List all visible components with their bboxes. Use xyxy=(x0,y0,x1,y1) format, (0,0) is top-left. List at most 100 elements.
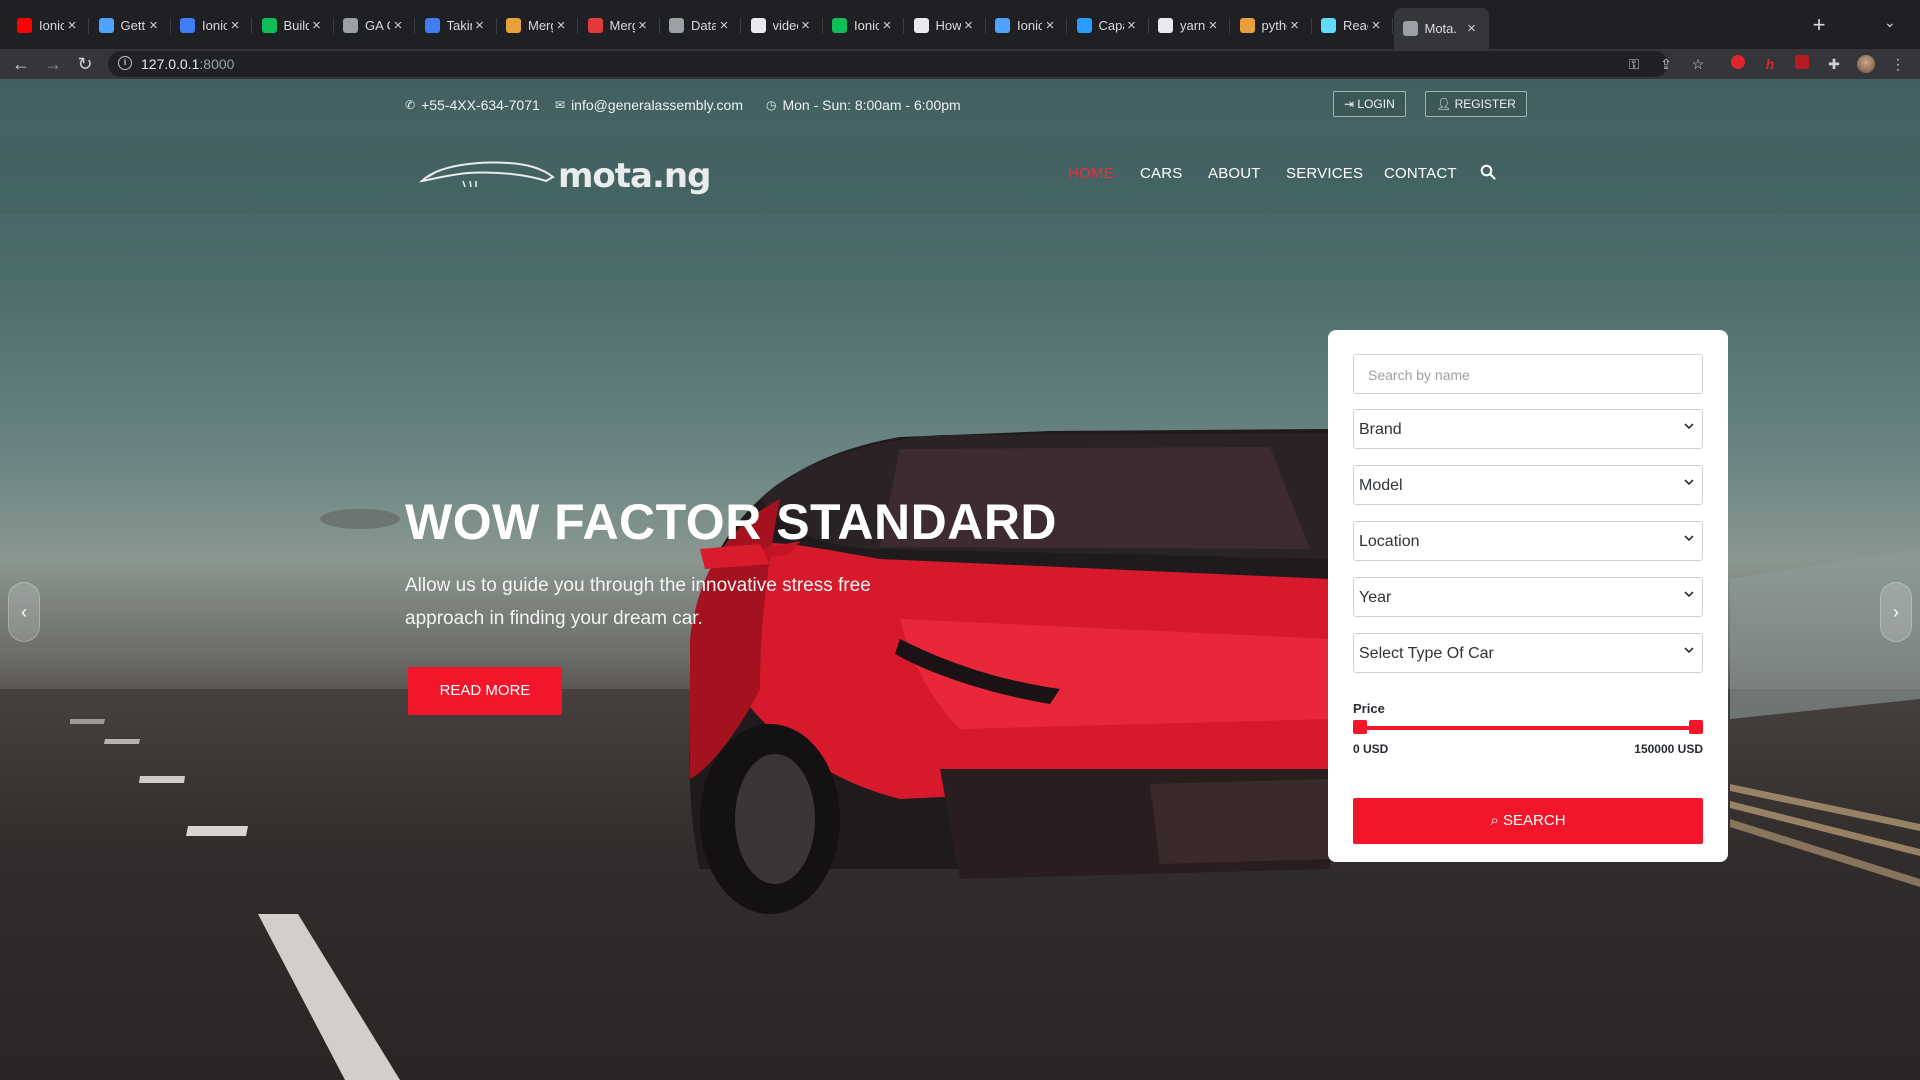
chevron-down-icon xyxy=(1684,479,1694,486)
browser-tab[interactable]: Taking× xyxy=(416,10,497,41)
search-icon[interactable] xyxy=(1480,164,1496,180)
site-info-icon[interactable]: i xyxy=(118,56,132,70)
browser-menu-icon[interactable]: ⋮ xyxy=(1889,55,1907,73)
tab-title: How t xyxy=(935,18,961,33)
tab-close-icon[interactable]: × xyxy=(635,17,651,34)
browser-tab[interactable]: pythor× xyxy=(1231,10,1312,41)
carousel-prev-chevron-icon[interactable]: ‹ xyxy=(8,582,40,642)
nav-home[interactable]: HOME xyxy=(1068,165,1114,182)
car-search-form: Search by name Brand Model Location Year… xyxy=(1328,330,1728,862)
browser-tab[interactable]: videos× xyxy=(742,10,823,41)
browser-tab[interactable]: Merge× xyxy=(579,10,660,41)
forward-arrow-icon[interactable]: → xyxy=(42,53,64,75)
browser-tab[interactable]: yarn ir× xyxy=(1149,10,1230,41)
share-icon[interactable]: ⇪ xyxy=(1657,55,1675,73)
main-navbar: mota.ng HOME CARS ABOUT SERVICES CONTACT xyxy=(0,135,1920,214)
tab-close-icon[interactable]: × xyxy=(1205,17,1221,34)
browser-toolbar: ← → ↻ i 127.0.0.1:8000 ⚿ ⇪ ☆ h ✚ ⋮ xyxy=(0,49,1920,79)
tab-favicon-icon xyxy=(17,18,32,33)
tab-close-icon[interactable]: × xyxy=(146,17,162,34)
tab-search-chevron-icon[interactable]: ⌄ xyxy=(1884,14,1896,31)
tab-favicon-icon xyxy=(669,18,684,33)
browser-tab[interactable]: Build /× xyxy=(253,10,334,41)
read-more-button[interactable]: READ MORE xyxy=(408,667,562,715)
tab-favicon-icon xyxy=(343,18,358,33)
tab-title: pythor xyxy=(1261,18,1287,33)
email-contact[interactable]: ✉ info@generalassembly.com xyxy=(555,97,743,113)
clock-icon: ◷ xyxy=(766,98,777,112)
hours-text: Mon - Sun: 8:00am - 6:00pm xyxy=(782,97,961,113)
model-select[interactable]: Model xyxy=(1353,465,1703,505)
tab-close-icon[interactable]: × xyxy=(1287,17,1303,34)
browser-tab[interactable]: React× xyxy=(1312,10,1393,41)
search-button[interactable]: ⌕ SEARCH xyxy=(1353,798,1703,844)
tab-title: Taking xyxy=(446,18,472,33)
password-key-icon[interactable]: ⚿ xyxy=(1625,55,1643,73)
envelope-icon: ✉ xyxy=(555,98,566,112)
tab-close-icon[interactable]: × xyxy=(1368,17,1384,34)
back-arrow-icon[interactable]: ← xyxy=(10,53,32,75)
extension-ublock-icon[interactable] xyxy=(1793,55,1811,73)
price-range-track[interactable] xyxy=(1356,726,1700,730)
tab-favicon-icon xyxy=(913,18,929,33)
tab-close-icon[interactable]: × xyxy=(879,17,895,34)
nav-cars[interactable]: CARS xyxy=(1140,165,1182,182)
register-button[interactable]: 👤︎ REGISTER xyxy=(1425,91,1527,117)
tab-close-icon[interactable]: × xyxy=(961,17,977,34)
car-type-select[interactable]: Select Type Of Car xyxy=(1353,633,1703,673)
tab-close-icon[interactable]: × xyxy=(1042,17,1058,34)
tab-close-icon[interactable]: × xyxy=(309,17,325,34)
address-bar-url[interactable]: 127.0.0.1:8000 xyxy=(141,56,234,72)
browser-tab[interactable]: Ionic E× xyxy=(823,10,904,41)
hero-subtitle: Allow us to guide you through the innova… xyxy=(405,575,871,629)
address-bar[interactable]: i 127.0.0.1:8000 xyxy=(108,51,1668,77)
browser-tab[interactable]: Gettin× xyxy=(90,10,171,41)
browser-tab[interactable]: Data S× xyxy=(660,10,741,41)
login-button[interactable]: ⇥ LOGIN xyxy=(1333,91,1406,117)
new-tab-button[interactable]: + xyxy=(1806,12,1832,38)
site-logo[interactable]: mota.ng xyxy=(418,151,718,199)
tab-favicon-icon xyxy=(587,18,603,33)
svg-text:mota.ng: mota.ng xyxy=(558,156,710,196)
tab-close-icon[interactable]: × xyxy=(472,17,488,34)
browser-tab[interactable]: Capac× xyxy=(1068,10,1149,41)
extension-red-icon[interactable] xyxy=(1729,55,1747,73)
tab-close-icon[interactable]: × xyxy=(227,17,243,34)
reload-icon[interactable]: ↻ xyxy=(74,53,96,75)
browser-tab[interactable]: Merge× xyxy=(497,10,578,41)
extensions-puzzle-icon[interactable]: ✚ xyxy=(1825,55,1843,73)
tab-close-icon[interactable]: × xyxy=(390,17,406,34)
price-min-handle[interactable] xyxy=(1353,720,1367,734)
tab-favicon-icon xyxy=(832,18,847,33)
bookmark-star-icon[interactable]: ☆ xyxy=(1689,55,1707,73)
price-max-handle[interactable] xyxy=(1689,720,1703,734)
location-select[interactable]: Location xyxy=(1353,521,1703,561)
extension-h-icon[interactable]: h xyxy=(1761,55,1779,73)
tab-close-icon[interactable]: × xyxy=(798,17,814,34)
nav-contact[interactable]: CONTACT xyxy=(1384,165,1457,182)
phone-number: +55-4XX-634-7071 xyxy=(421,97,540,113)
browser-tab[interactable]: GA Ca× xyxy=(334,10,415,41)
browser-tab[interactable]: Mota. × xyxy=(1393,8,1489,49)
opening-hours: ◷ Mon - Sun: 8:00am - 6:00pm xyxy=(766,97,961,113)
email-address: info@generalassembly.com xyxy=(571,97,743,113)
tab-close-icon[interactable]: × xyxy=(716,17,732,34)
tab-close-icon[interactable]: × xyxy=(553,17,569,34)
nav-about[interactable]: ABOUT xyxy=(1208,165,1261,182)
tab-title: Data S xyxy=(691,18,716,33)
phone-contact[interactable]: ✆ +55-4XX-634-7071 xyxy=(405,97,540,113)
tab-close-icon[interactable]: × xyxy=(1124,17,1140,34)
profile-avatar[interactable] xyxy=(1857,55,1875,73)
browser-tab[interactable]: Ionic ‹× xyxy=(986,10,1067,41)
browser-tab[interactable]: Ionic C× xyxy=(171,10,252,41)
tab-close-icon[interactable]: × xyxy=(1464,20,1480,37)
carousel-next-chevron-icon[interactable]: › xyxy=(1880,582,1912,642)
brand-select[interactable]: Brand xyxy=(1353,409,1703,449)
tab-close-icon[interactable]: × xyxy=(64,17,80,34)
browser-tab[interactable]: How t× xyxy=(905,10,986,41)
tab-title: GA Ca xyxy=(365,18,390,33)
year-select[interactable]: Year xyxy=(1353,577,1703,617)
nav-services[interactable]: SERVICES xyxy=(1286,165,1363,182)
search-by-name-input[interactable]: Search by name xyxy=(1353,354,1703,394)
browser-tab[interactable]: Ionic F× xyxy=(8,10,89,41)
